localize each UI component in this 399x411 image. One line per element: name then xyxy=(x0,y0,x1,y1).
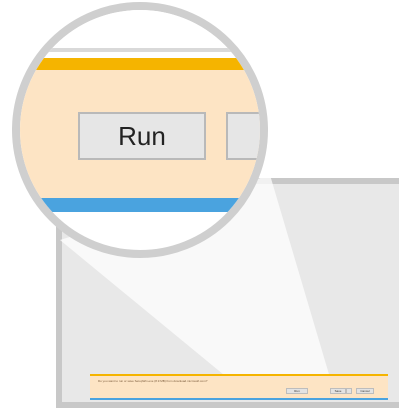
magnified-bottom-accent xyxy=(20,198,260,212)
magnified-save-button[interactable] xyxy=(226,112,260,160)
notification-message: Do you want to run or save SetupWin.exe … xyxy=(98,379,208,383)
run-button[interactable]: Run xyxy=(286,388,308,394)
save-button[interactable]: Save xyxy=(330,388,346,394)
magnifier-lens: Run xyxy=(12,2,268,258)
cancel-button[interactable]: Cancel xyxy=(356,388,374,394)
magnified-top-accent xyxy=(20,58,260,70)
magnified-divider xyxy=(20,48,260,52)
download-notification-bar: Do you want to run or save SetupWin.exe … xyxy=(90,374,388,400)
magnified-run-button[interactable]: Run xyxy=(78,112,206,160)
magnified-window-area xyxy=(20,10,260,50)
save-dropdown-button[interactable] xyxy=(346,388,352,394)
